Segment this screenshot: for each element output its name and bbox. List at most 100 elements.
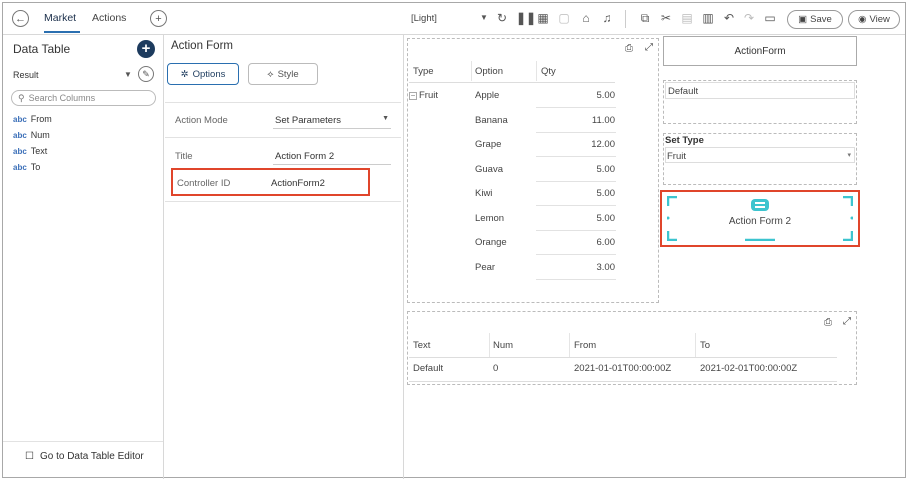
action-mode-select[interactable]: Set Parameters ▼	[273, 111, 391, 129]
action-form-title-box[interactable]: ActionForm	[663, 36, 857, 66]
source-dropdown-icon[interactable]: ▼	[124, 70, 132, 79]
column-name: Text	[30, 146, 48, 156]
column-name: From	[30, 114, 52, 124]
controller-id-label: Controller ID	[177, 178, 231, 189]
refresh-icon[interactable]: ↻	[495, 11, 509, 25]
table-cell-option: Apple	[475, 90, 500, 101]
action-mode-value: Set Parameters	[275, 115, 341, 126]
row-divider	[536, 131, 616, 133]
table-cell: 0	[493, 363, 499, 374]
table-cell-qty: 5.00	[596, 90, 616, 101]
theme-dropdown-icon[interactable]: ▼	[477, 11, 491, 25]
action-form-title: ActionForm	[734, 46, 786, 57]
column-name: Num	[30, 130, 50, 140]
column-divider	[695, 333, 696, 357]
row-divider	[536, 156, 616, 157]
export-icon[interactable]: ⎙	[824, 317, 832, 328]
table-cell-qty: 12.00	[591, 139, 615, 150]
button-icon	[751, 199, 769, 211]
delete-icon[interactable]: ▥	[701, 11, 715, 25]
column-header-to[interactable]: To	[700, 340, 710, 351]
table-panel[interactable]	[407, 38, 659, 303]
edit-source-icon[interactable]: ✎	[138, 66, 154, 82]
copy-icon[interactable]: ⧉	[638, 11, 652, 25]
collapse-icon[interactable]: −	[409, 91, 417, 100]
column-header-qty[interactable]: Qty	[541, 66, 556, 77]
theme-label[interactable]: [Light]	[411, 13, 437, 24]
section-divider	[165, 137, 401, 138]
table-cell-option: Guava	[475, 163, 503, 175]
redo-icon[interactable]: ↷	[742, 11, 756, 25]
source-select[interactable]: Result	[13, 70, 39, 80]
text-type-icon: abc	[13, 146, 27, 156]
chevron-down-icon: ▼	[382, 115, 389, 122]
panel-title: Data Table	[13, 42, 71, 56]
controller-id-value: ActionForm2	[271, 178, 325, 189]
add-column-button[interactable]: +	[137, 40, 155, 58]
column-item[interactable]: abc To	[13, 162, 40, 172]
text-type-icon: abc	[13, 130, 27, 140]
save-button[interactable]: ▣ Save	[787, 10, 843, 29]
tab-market[interactable]: Market	[44, 12, 76, 24]
external-edit-icon: ☐	[25, 451, 34, 462]
column-header-num[interactable]: Num	[493, 340, 513, 351]
add-tab-icon[interactable]: +	[150, 10, 167, 27]
paste-icon[interactable]: ▤	[680, 11, 694, 25]
tab-options[interactable]: ✲ Options	[167, 63, 239, 85]
row-divider	[409, 381, 837, 382]
table-cell-qty: 11.00	[591, 114, 615, 126]
calendar-icon[interactable]: ▦	[536, 11, 550, 25]
undo-icon[interactable]: ↶	[722, 11, 736, 25]
bookmark-icon[interactable]: ⌂	[579, 11, 593, 25]
column-header-type[interactable]: Type	[413, 66, 434, 77]
search-columns-input[interactable]: ⚲ Search Columns	[11, 90, 156, 106]
column-header-from[interactable]: From	[574, 340, 596, 351]
cut-icon[interactable]: ✂	[659, 11, 673, 25]
table-cell-qty: 5.00	[596, 188, 616, 199]
link-label: Go to Data Table Editor	[39, 451, 144, 462]
tab-style[interactable]: ⟡ Style	[248, 63, 318, 85]
column-item[interactable]: abc Num	[13, 130, 50, 140]
table-cell-option: Orange	[475, 237, 507, 248]
column-header-text[interactable]: Text	[413, 340, 430, 351]
column-header-option[interactable]: Option	[475, 66, 503, 77]
row-divider	[536, 107, 616, 108]
header-divider	[409, 82, 615, 83]
back-icon[interactable]: ←	[12, 10, 29, 27]
maximize-icon[interactable]: ⤢	[645, 42, 653, 53]
tab-actions[interactable]: Actions	[92, 12, 126, 24]
text-type-icon: abc	[13, 162, 27, 172]
row-divider	[536, 180, 616, 182]
row-divider	[536, 229, 616, 231]
column-item[interactable]: abc From	[13, 114, 52, 124]
view-button[interactable]: ◉ View	[848, 10, 900, 29]
table-cell-option: Pear	[475, 261, 496, 273]
table-cell-qty: 5.00	[596, 212, 616, 224]
action-form-2-label: Action Form 2	[728, 216, 792, 227]
pause-icon[interactable]: ❚❚	[516, 11, 536, 25]
title-label: Title	[175, 151, 193, 162]
tab-options-label: Options	[192, 68, 226, 80]
set-type-value: Fruit	[667, 151, 686, 162]
column-item[interactable]: abc Text	[13, 146, 47, 156]
set-type-select[interactable]: Fruit ▾	[665, 147, 855, 163]
group-row-fruit[interactable]: − Fruit	[409, 90, 438, 101]
app-window: ← Market Actions + [Light] ▼ ↻ ❚❚ ▦ ▢ ⌂ …	[2, 2, 906, 479]
action-form-2-button[interactable]: Action Form 2	[667, 196, 853, 241]
controller-id-input[interactable]: ActionForm2	[269, 173, 365, 191]
table-cell-option: Grape	[475, 139, 502, 150]
row-divider	[536, 278, 616, 280]
export-icon[interactable]: ⎙	[625, 43, 633, 54]
maximize-icon[interactable]: ⤢	[843, 316, 851, 327]
title-input[interactable]: Action Form 2	[273, 147, 391, 165]
section-divider	[165, 201, 401, 202]
go-to-data-table-editor-link[interactable]: ☐ Go to Data Table Editor	[25, 451, 144, 462]
toolbar-divider	[625, 10, 626, 28]
default-input[interactable]: Default	[665, 82, 855, 99]
table-cell-qty: 5.00	[596, 163, 616, 175]
document-icon[interactable]: ▢	[557, 11, 571, 25]
bell-icon[interactable]: ♫	[600, 11, 614, 25]
column-divider	[536, 61, 537, 81]
comment-icon[interactable]: ▭	[763, 11, 777, 25]
footer-divider	[3, 441, 163, 442]
